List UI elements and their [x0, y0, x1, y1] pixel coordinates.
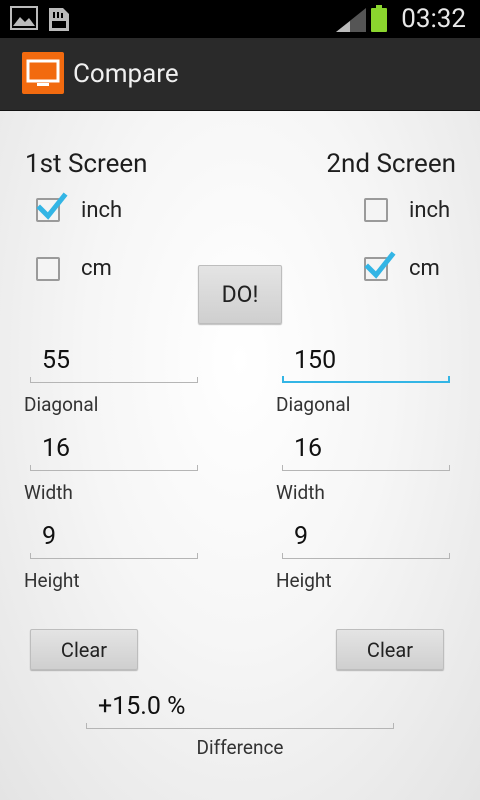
screen1-height-input[interactable]: 9 [30, 519, 198, 559]
screen2-cm-checkbox[interactable] [364, 251, 396, 281]
screen2-width-label: Width [276, 481, 325, 504]
signal-icon [336, 8, 366, 32]
screen2-height-input[interactable]: 9 [282, 519, 450, 559]
checkmark-icon [36, 192, 68, 220]
do-button[interactable]: DO! [198, 265, 282, 324]
battery-icon [371, 5, 387, 32]
status-bar: 03:32 [0, 0, 480, 38]
screen1-inch-label: inch [81, 198, 123, 223]
screen1-height-value: 9 [42, 522, 57, 551]
screen2-width-input[interactable]: 16 [282, 431, 450, 471]
screen2-height-label: Height [276, 569, 332, 592]
screen1-width-label: Width [24, 481, 73, 504]
screen1-width-input[interactable]: 16 [30, 431, 198, 471]
screen1-height-label: Height [24, 569, 80, 592]
screen2-diagonal-input[interactable]: 150 [282, 343, 450, 383]
screen2-header: 2nd Screen [326, 149, 456, 179]
screen2-cm-label: cm [409, 256, 440, 281]
screen2-width-value: 16 [294, 434, 323, 463]
app-title: Compare [73, 59, 179, 89]
screen1-diagonal-label: Diagonal [24, 393, 99, 416]
screen1-cm-label: cm [81, 256, 112, 281]
screen2-height-value: 9 [294, 522, 309, 551]
screen1-header: 1st Screen [25, 149, 148, 179]
checkmark-icon [364, 251, 396, 279]
app-logo-icon[interactable] [22, 52, 64, 94]
gallery-notification-icon [10, 6, 38, 30]
screen1-diagonal-value: 55 [42, 346, 71, 375]
difference-value: +15.0 % [98, 692, 186, 721]
screen1-clear-button[interactable]: Clear [30, 629, 138, 670]
screen1-width-value: 16 [42, 434, 71, 463]
screen1-diagonal-input[interactable]: 55 [30, 343, 198, 383]
sd-card-notification-icon [49, 8, 69, 31]
screen2-diagonal-value: 150 [294, 346, 337, 375]
action-bar: Compare [0, 38, 480, 111]
screen2-inch-checkbox[interactable] [364, 198, 388, 222]
difference-output: +15.0 % [86, 689, 394, 729]
screen2-inch-label: inch [409, 198, 451, 223]
status-time: 03:32 [401, 4, 466, 34]
screen2-clear-button[interactable]: Clear [336, 629, 444, 670]
screen2-diagonal-label: Diagonal [276, 393, 351, 416]
screen1-cm-checkbox[interactable] [36, 257, 60, 281]
difference-label: Difference [196, 736, 284, 759]
screen1-inch-checkbox[interactable] [36, 192, 68, 222]
